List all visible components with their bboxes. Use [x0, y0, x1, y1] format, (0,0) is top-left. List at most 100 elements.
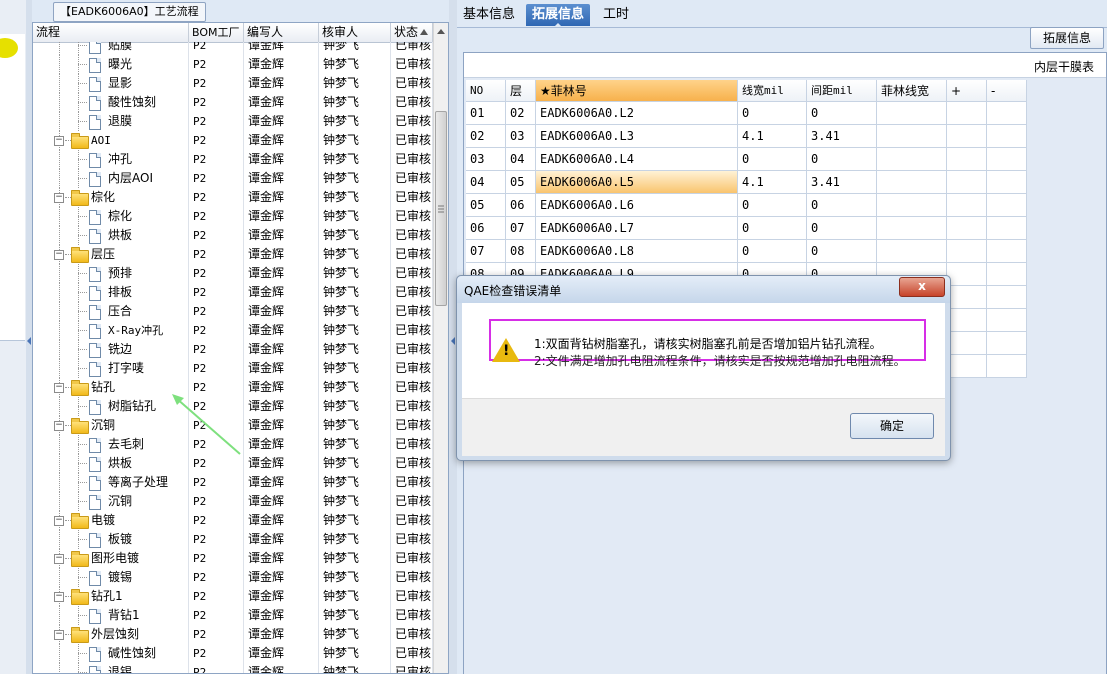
- author-cell[interactable]: 谭金辉: [244, 321, 319, 340]
- process-name-cell[interactable]: 树脂钻孔: [33, 397, 189, 416]
- grid-cell[interactable]: 0: [738, 102, 807, 125]
- bom-cell[interactable]: P2: [189, 587, 244, 606]
- bom-cell[interactable]: P2: [189, 606, 244, 625]
- status-cell[interactable]: 已审核: [391, 416, 433, 435]
- reviewer-cell[interactable]: 钟梦飞: [319, 302, 391, 321]
- grid-cell[interactable]: EADK6006A0.L2: [536, 102, 738, 125]
- reviewer-cell[interactable]: 钟梦飞: [319, 226, 391, 245]
- tree-row[interactable]: 冲孔 P2 谭金辉 钟梦飞 已审核: [33, 150, 433, 169]
- status-cell[interactable]: 已审核: [391, 606, 433, 625]
- process-name-cell[interactable]: 等离子处理: [33, 473, 189, 492]
- reviewer-cell[interactable]: 钟梦飞: [319, 473, 391, 492]
- collapse-toggle-icon[interactable]: −: [54, 136, 64, 146]
- bom-cell[interactable]: P2: [189, 663, 244, 673]
- tree-row[interactable]: 铣边 P2 谭金辉 钟梦飞 已审核: [33, 340, 433, 359]
- status-cell[interactable]: 已审核: [391, 42, 433, 55]
- bom-cell[interactable]: P2: [189, 530, 244, 549]
- tree-folder-row[interactable]: − 层压 P2 谭金辉 钟梦飞 已审核: [33, 245, 433, 264]
- author-cell[interactable]: 谭金辉: [244, 606, 319, 625]
- reviewer-cell[interactable]: 钟梦飞: [319, 397, 391, 416]
- tree-folder-row[interactable]: − 钻孔1 P2 谭金辉 钟梦飞 已审核: [33, 587, 433, 606]
- grid-cell[interactable]: [987, 148, 1027, 171]
- tree-row[interactable]: 内层AOI P2 谭金辉 钟梦飞 已审核: [33, 169, 433, 188]
- header-reviewer[interactable]: 核审人: [319, 23, 391, 42]
- grid-cell[interactable]: [987, 263, 1027, 286]
- bom-cell[interactable]: P2: [189, 264, 244, 283]
- grid-header-cell[interactable]: -: [987, 80, 1027, 102]
- reviewer-cell[interactable]: 钟梦飞: [319, 625, 391, 644]
- process-name-cell[interactable]: 排板: [33, 283, 189, 302]
- reviewer-cell[interactable]: 钟梦飞: [319, 435, 391, 454]
- grid-cell[interactable]: [947, 102, 987, 125]
- process-name-cell[interactable]: 铣边: [33, 340, 189, 359]
- collapse-toggle-icon[interactable]: −: [54, 554, 64, 564]
- status-cell[interactable]: 已审核: [391, 435, 433, 454]
- reviewer-cell[interactable]: 钟梦飞: [319, 511, 391, 530]
- author-cell[interactable]: 谭金辉: [244, 112, 319, 131]
- status-cell[interactable]: 已审核: [391, 530, 433, 549]
- grid-cell[interactable]: [947, 194, 987, 217]
- grid-cell[interactable]: EADK6006A0.L7: [536, 217, 738, 240]
- collapse-toggle-icon[interactable]: −: [54, 516, 64, 526]
- bom-cell[interactable]: P2: [189, 188, 244, 207]
- bom-cell[interactable]: P2: [189, 644, 244, 663]
- tree-panel-title[interactable]: 【EADK6006A0】工艺流程: [53, 2, 206, 22]
- process-name-cell[interactable]: 碱性蚀刻: [33, 644, 189, 663]
- author-cell[interactable]: 谭金辉: [244, 625, 319, 644]
- status-cell[interactable]: 已审核: [391, 302, 433, 321]
- reviewer-cell[interactable]: 钟梦飞: [319, 416, 391, 435]
- grid-cell[interactable]: EADK6006A0.L8: [536, 240, 738, 263]
- status-cell[interactable]: 已审核: [391, 131, 433, 150]
- grid-cell[interactable]: 4.1: [738, 171, 807, 194]
- author-cell[interactable]: 谭金辉: [244, 644, 319, 663]
- grid-cell[interactable]: 03: [466, 148, 506, 171]
- reviewer-cell[interactable]: 钟梦飞: [319, 663, 391, 673]
- bom-cell[interactable]: P2: [189, 568, 244, 587]
- reviewer-cell[interactable]: 钟梦飞: [319, 131, 391, 150]
- grid-cell[interactable]: [987, 240, 1027, 263]
- bom-cell[interactable]: P2: [189, 245, 244, 264]
- dialog-titlebar[interactable]: QAE检查错误清单 x: [457, 276, 950, 303]
- grid-cell[interactable]: [877, 240, 947, 263]
- author-cell[interactable]: 谭金辉: [244, 473, 319, 492]
- author-cell[interactable]: 谭金辉: [244, 511, 319, 530]
- tab-basic-info[interactable]: 基本信息: [457, 4, 521, 26]
- grid-cell[interactable]: [987, 102, 1027, 125]
- grid-cell[interactable]: 02: [506, 102, 536, 125]
- author-cell[interactable]: 谭金辉: [244, 226, 319, 245]
- grid-header-cell[interactable]: ★菲林号: [536, 80, 738, 102]
- grid-cell[interactable]: [877, 125, 947, 148]
- grid-cell[interactable]: [877, 217, 947, 240]
- author-cell[interactable]: 谭金辉: [244, 454, 319, 473]
- reviewer-cell[interactable]: 钟梦飞: [319, 264, 391, 283]
- grid-cell[interactable]: 0: [738, 148, 807, 171]
- status-cell[interactable]: 已审核: [391, 245, 433, 264]
- process-name-cell[interactable]: 压合: [33, 302, 189, 321]
- tree-row[interactable]: 碱性蚀刻 P2 谭金辉 钟梦飞 已审核: [33, 644, 433, 663]
- status-cell[interactable]: 已审核: [391, 473, 433, 492]
- author-cell[interactable]: 谭金辉: [244, 435, 319, 454]
- author-cell[interactable]: 谭金辉: [244, 359, 319, 378]
- status-cell[interactable]: 已审核: [391, 321, 433, 340]
- grid-cell[interactable]: 02: [466, 125, 506, 148]
- reviewer-cell[interactable]: 钟梦飞: [319, 378, 391, 397]
- process-name-cell[interactable]: 预排: [33, 264, 189, 283]
- reviewer-cell[interactable]: 钟梦飞: [319, 587, 391, 606]
- status-cell[interactable]: 已审核: [391, 93, 433, 112]
- status-cell[interactable]: 已审核: [391, 397, 433, 416]
- grid-header-cell[interactable]: 层: [506, 80, 536, 102]
- grid-cell[interactable]: [947, 171, 987, 194]
- status-cell[interactable]: 已审核: [391, 207, 433, 226]
- grid-cell[interactable]: [987, 171, 1027, 194]
- author-cell[interactable]: 谭金辉: [244, 530, 319, 549]
- grid-cell[interactable]: 06: [506, 194, 536, 217]
- bom-cell[interactable]: P2: [189, 74, 244, 93]
- grid-cell[interactable]: EADK6006A0.L4: [536, 148, 738, 171]
- process-tree-grid[interactable]: 流程 BOM工厂 编写人 核审人 状态 贴膜 P2 谭金辉 钟梦飞 已审核 曝光 P2 谭金辉…: [32, 22, 449, 674]
- bom-cell[interactable]: P2: [189, 302, 244, 321]
- grid-cell[interactable]: 0: [738, 240, 807, 263]
- grid-cell[interactable]: 4.1: [738, 125, 807, 148]
- tree-row[interactable]: 压合 P2 谭金辉 钟梦飞 已审核: [33, 302, 433, 321]
- header-author[interactable]: 编写人: [244, 23, 319, 42]
- tree-folder-row[interactable]: − 外层蚀刻 P2 谭金辉 钟梦飞 已审核: [33, 625, 433, 644]
